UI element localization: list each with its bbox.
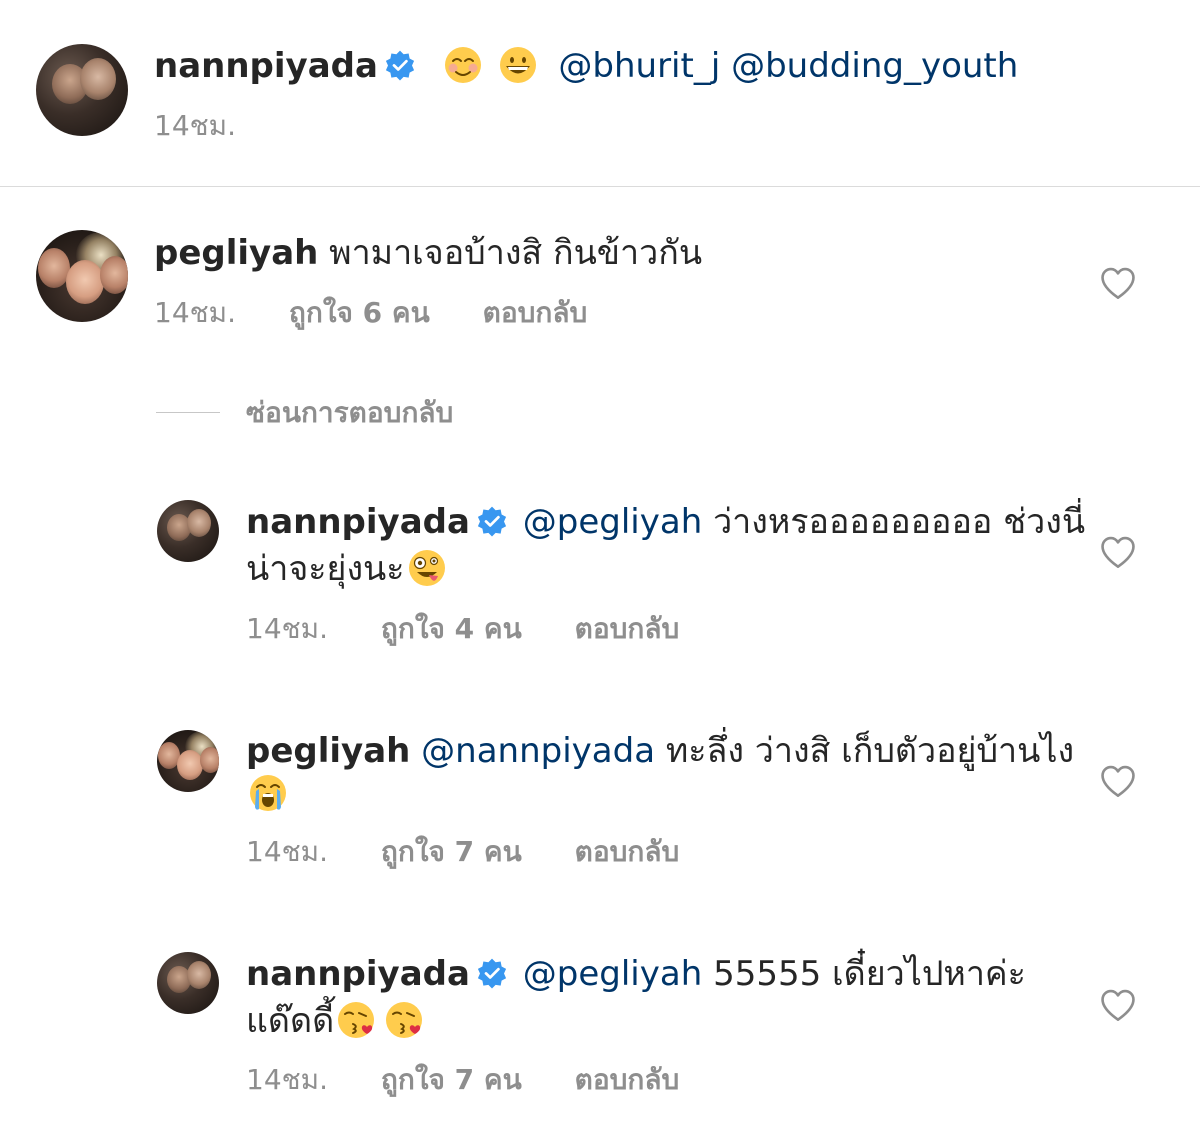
reply-2-like-heart-icon[interactable] [1099, 764, 1137, 798]
reply-3-likes[interactable]: ถูกใจ 7 คน [381, 1062, 522, 1098]
reply-2-reply-button[interactable]: ตอบกลับ [575, 834, 680, 870]
reply-3-reply-button[interactable]: ตอบกลับ [575, 1062, 680, 1098]
reply-3-text-line-1: 55555 เดี๋ยวไปหาค่ะ [713, 954, 1026, 994]
caption-line: nannpiyada @bhurit_j @budding_youth [154, 44, 1018, 88]
reply-2-meta: 14ชม. ถูกใจ 7 คน ตอบกลับ [246, 834, 679, 870]
verified-badge-icon [476, 957, 508, 989]
reply-3-text-line-2: แด๊ดดี้ [246, 1001, 335, 1041]
comment-time: 14ชม. [154, 296, 236, 329]
caption-time: 14ชม. [154, 109, 236, 142]
zany-face-icon [408, 550, 445, 586]
avatar-nannpiyada-caption[interactable] [36, 44, 128, 136]
reply-3-line-2: แด๊ดดี้ [246, 999, 426, 1043]
verified-badge-icon [384, 49, 416, 81]
reply-3-username[interactable]: nannpiyada [246, 954, 470, 994]
caption-meta: 14ชม. [154, 108, 236, 144]
reply-3-like-heart-icon[interactable] [1099, 988, 1137, 1022]
reply-3-line-1: nannpiyada @pegliyah 55555 เดี๋ยวไปหาค่ะ [246, 952, 1026, 996]
reply-2-likes[interactable]: ถูกใจ 7 คน [381, 834, 522, 870]
comment-text: พามาเจอบ้างสิ กินข้าวกัน [329, 233, 703, 273]
reply-2-mention[interactable]: @nannpiyada [421, 731, 655, 771]
verified-badge-icon [476, 505, 508, 537]
hide-replies-line [156, 412, 220, 413]
reply-1-reply-button[interactable]: ตอบกลับ [575, 611, 680, 647]
face-blowing-kiss-icon [338, 1002, 375, 1038]
reply-1-text-line-1: ว่างหรอออออออออ ช่วงนี่ [713, 502, 1086, 542]
reply-2-text-line-1: ทะลึ่ง ว่างสิ เก็บตัวอยู่บ้านไง [665, 731, 1075, 771]
avatar-pegliyah-reply-2[interactable] [157, 730, 219, 792]
comment-likes[interactable]: ถูกใจ 6 คน [289, 295, 430, 331]
avatar-nannpiyada-reply-3[interactable] [157, 952, 219, 1014]
reply-3-time: 14ชม. [246, 1063, 328, 1096]
avatar-pegliyah-comment[interactable] [36, 230, 128, 322]
loudly-crying-face-icon [250, 775, 286, 811]
reply-1-mention[interactable]: @pegliyah [523, 502, 702, 542]
hide-replies-button[interactable]: ซ่อนการตอบกลับ [246, 395, 453, 431]
comment-like-heart-icon[interactable] [1099, 266, 1137, 300]
reply-3-mention[interactable]: @pegliyah [523, 954, 702, 994]
reply-2-username[interactable]: pegliyah [246, 731, 410, 771]
reply-1-like-heart-icon[interactable] [1099, 535, 1137, 569]
comment-meta: 14ชม. ถูกใจ 6 คน ตอบกลับ [154, 295, 587, 331]
caption-username[interactable]: nannpiyada [154, 46, 378, 86]
reply-2-line-1: pegliyah @nannpiyada ทะลึ่ง ว่างสิ เก็บต… [246, 729, 1074, 773]
reply-1-time: 14ชม. [246, 612, 328, 645]
reply-1-likes[interactable]: ถูกใจ 4 คน [381, 611, 522, 647]
caption-divider [0, 186, 1200, 187]
reply-1-text-line-2: น่าจะยุ่งนะ [246, 549, 405, 589]
face-blowing-kiss-icon [386, 1002, 423, 1038]
comment-reply-button[interactable]: ตอบกลับ [483, 295, 588, 331]
reply-1-meta: 14ชม. ถูกใจ 4 คน ตอบกลับ [246, 611, 679, 647]
comment-username[interactable]: pegliyah [154, 233, 318, 273]
reply-1-line-1: nannpiyada @pegliyah ว่างหรอออออออออ ช่ว… [246, 500, 1085, 544]
avatar-nannpiyada-reply-1[interactable] [157, 500, 219, 562]
reply-1-username[interactable]: nannpiyada [246, 502, 470, 542]
smiling-face-with-blush-icon [444, 47, 481, 83]
reply-3-meta: 14ชม. ถูกใจ 7 คน ตอบกลับ [246, 1062, 679, 1098]
grinning-face-icon [499, 47, 536, 83]
reply-1-line-2: น่าจะยุ่งนะ [246, 547, 449, 591]
reply-2-line-2 [246, 772, 290, 816]
hide-replies-label[interactable]: ซ่อนการตอบกลับ [246, 395, 453, 431]
reply-2-time: 14ชม. [246, 835, 328, 868]
comment-line: pegliyah พามาเจอบ้างสิ กินข้าวกัน [154, 231, 702, 275]
caption-mentions[interactable]: @bhurit_j @budding_youth [558, 46, 1018, 86]
